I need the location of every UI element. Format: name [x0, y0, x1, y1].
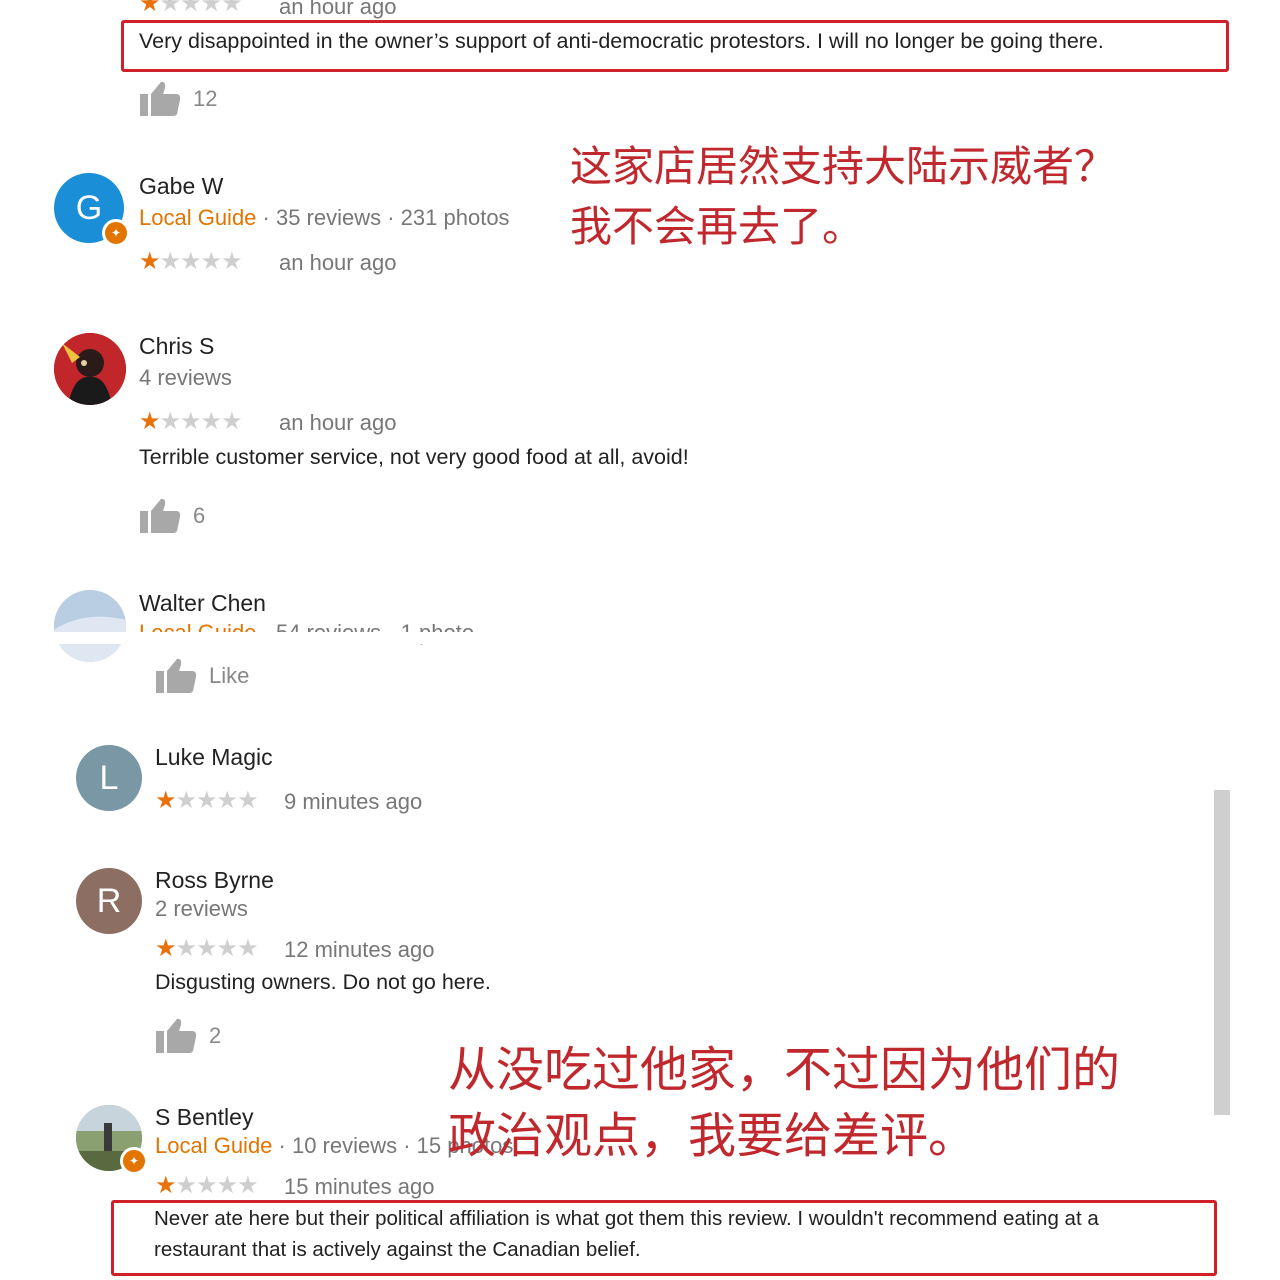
local-guide-label: Local Guide — [139, 205, 257, 230]
thumbs-up-icon — [139, 80, 181, 118]
thumbs-up-icon — [155, 657, 197, 695]
review-text-line2: restaurant that is actively against the … — [154, 1238, 641, 1261]
reviewer-name[interactable]: S Bentley — [155, 1104, 253, 1131]
review-time: 9 minutes ago — [284, 789, 423, 814]
local-guide-badge-icon: ✦ — [120, 1147, 148, 1175]
review-time: 12 minutes ago — [284, 937, 435, 962]
avatar[interactable]: R — [76, 868, 142, 934]
review-text: Disgusting owners. Do not go here. — [155, 970, 491, 994]
review-time: 15 minutes ago — [284, 1174, 435, 1199]
like-label: Like — [209, 663, 250, 688]
like-count: 6 — [193, 503, 206, 528]
annotation-translation-1b: 我不会再去了。 — [570, 202, 865, 251]
screenshot-divider — [0, 632, 1280, 644]
like-button[interactable]: 2 — [155, 1017, 221, 1055]
rating-stars: ★★★★★ — [155, 787, 259, 814]
avatar-photo — [54, 333, 126, 405]
avatar[interactable]: ✦ — [76, 1105, 148, 1175]
review-text-line1: Never ate here but their political affil… — [154, 1207, 1099, 1230]
review-time: an hour ago — [279, 250, 397, 275]
like-button[interactable]: 12 — [139, 80, 217, 118]
rating-stars: ★★★★★ — [139, 0, 243, 17]
review-time: an hour ago — [279, 0, 397, 19]
scrollbar-thumb[interactable] — [1214, 790, 1230, 1115]
review-time: an hour ago — [279, 410, 397, 435]
review-text: Very disappointed in the owner’s support… — [139, 29, 1104, 53]
reviewer-meta: Local Guide · 35 reviews · 231 photos — [139, 205, 510, 230]
local-guide-label: Local Guide — [155, 1133, 273, 1158]
like-count: 12 — [193, 86, 218, 111]
annotation-translation-2b: 政治观点，我要给差评。 — [448, 1108, 977, 1164]
avatar-photo — [54, 590, 126, 662]
reviewer-name[interactable]: Gabe W — [139, 173, 223, 200]
like-button[interactable]: 6 — [139, 497, 205, 535]
rating-stars: ★★★★★ — [155, 1172, 259, 1199]
reviewer-meta: 2 reviews — [155, 896, 248, 921]
like-count: 2 — [209, 1023, 222, 1048]
avatar[interactable]: G ✦ — [54, 173, 130, 247]
review-text: Terrible customer service, not very good… — [139, 445, 689, 469]
like-button[interactable]: Like — [155, 657, 249, 695]
rating-stars: ★★★★★ — [139, 248, 243, 275]
annotation-translation-1: 这家店居然支持大陆示威者？ — [570, 142, 1117, 191]
rating-stars: ★★★★★ — [139, 408, 243, 435]
avatar[interactable]: L — [76, 745, 142, 811]
reviewer-name[interactable]: Chris S — [139, 333, 214, 360]
rating-stars: ★★★★★ — [155, 935, 259, 962]
local-guide-badge-icon: ✦ — [102, 219, 130, 247]
reviewer-name[interactable]: Walter Chen — [139, 590, 266, 617]
annotation-translation-2: 从没吃过他家，不过因为他们的 — [448, 1042, 1121, 1098]
thumbs-up-icon — [155, 1017, 197, 1055]
avatar[interactable] — [54, 590, 126, 662]
thumbs-up-icon — [139, 497, 181, 535]
avatar[interactable] — [54, 333, 126, 405]
reviewer-name[interactable]: Ross Byrne — [155, 867, 274, 894]
reviewer-meta: 4 reviews — [139, 365, 232, 390]
reviewer-name[interactable]: Luke Magic — [155, 744, 273, 771]
